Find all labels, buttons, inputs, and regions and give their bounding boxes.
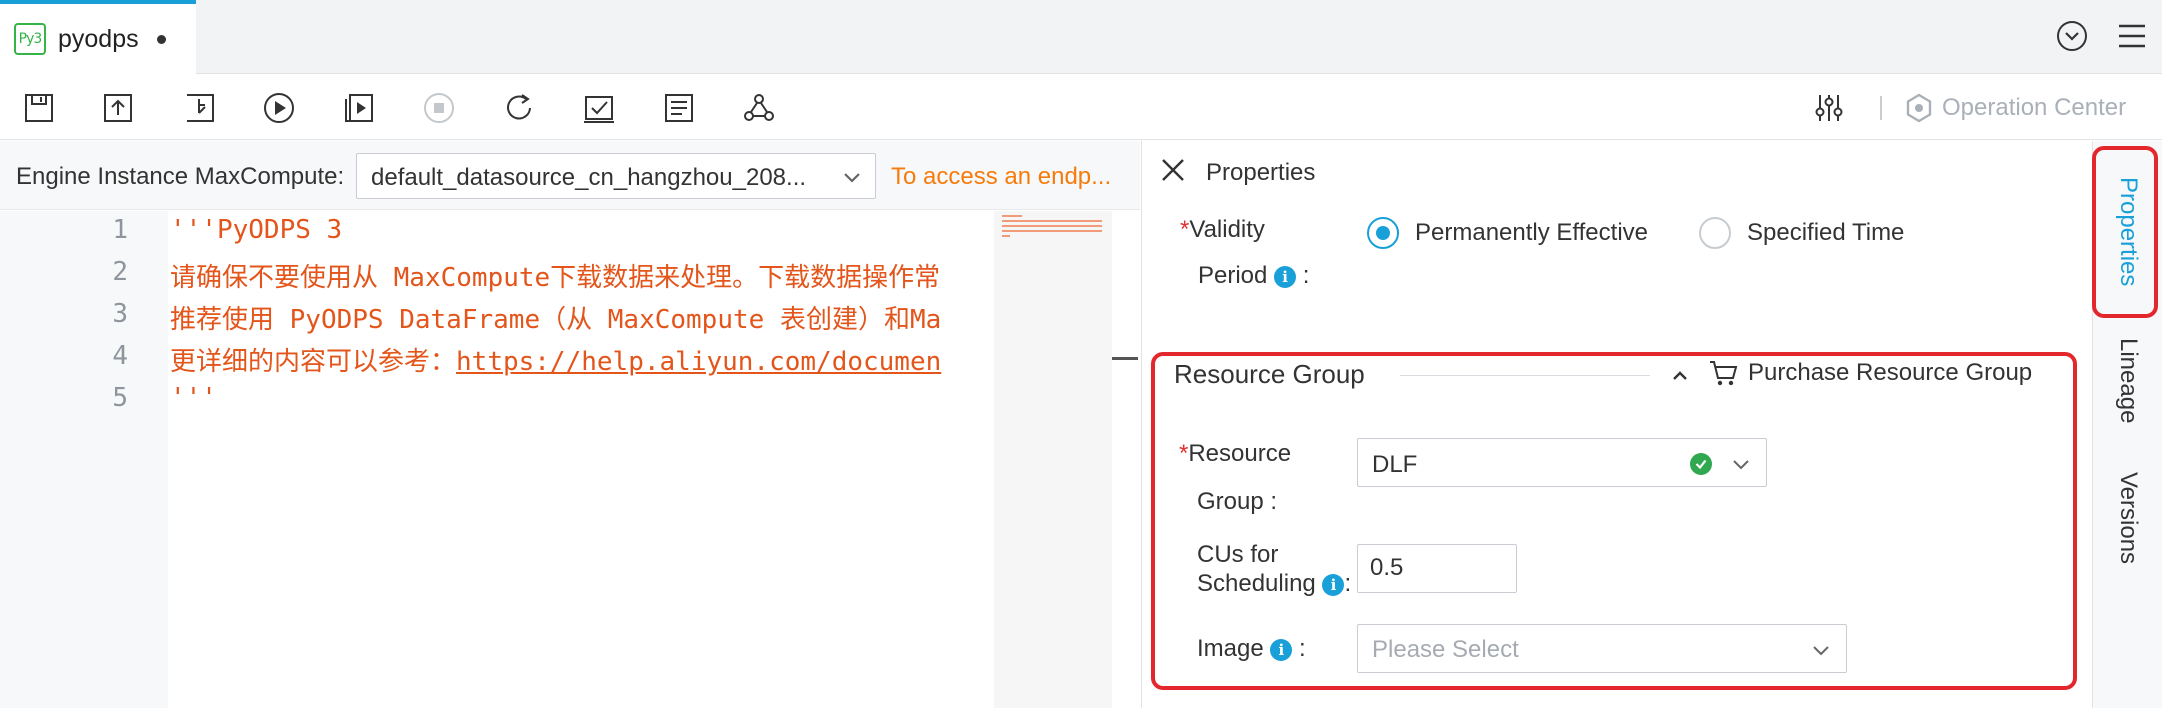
radio-label: Specified Time <box>1747 219 1905 246</box>
code-line-text: 更详细的内容可以参考： <box>170 347 457 377</box>
operation-center-label: Operation Center <box>1942 94 2127 121</box>
image-select[interactable]: Please Select <box>1357 624 1847 673</box>
minimap-line <box>1002 220 1102 222</box>
validity-period-label: *Validity <box>1180 213 1265 247</box>
label-colon: : <box>1299 635 1306 662</box>
side-tab-label: Lineage <box>2115 338 2142 424</box>
resource-group-section-title: Resource Group <box>1174 359 1365 389</box>
section-divider <box>1400 375 1650 376</box>
operation-center-icon <box>1906 93 1932 123</box>
line-number: 4 <box>112 341 128 371</box>
purchase-resource-group-label: Purchase Resource Group <box>1748 359 2033 386</box>
label-colon: : <box>1302 262 1310 289</box>
engine-selected-value: default_datasource_cn_hangzhou_208... <box>371 164 807 191</box>
endpoint-warning-link[interactable]: To access an endp... <box>891 163 1111 191</box>
menu-icon[interactable] <box>2114 18 2150 54</box>
radio-label: Permanently Effective <box>1415 219 1649 246</box>
side-tab-label: Versions <box>2115 471 2142 565</box>
status-ok-icon <box>1690 453 1712 475</box>
engine-label: Engine Instance MaxCompute: <box>16 163 345 190</box>
run-with-params-icon[interactable] <box>340 89 378 127</box>
help-doc-link[interactable]: https://help.aliyun.com/documen <box>456 347 941 377</box>
radio-selected-icon <box>1367 217 1399 249</box>
run-icon[interactable] <box>260 89 298 127</box>
cart-icon <box>1710 361 1738 386</box>
properties-header: Properties <box>1142 141 2092 201</box>
line-number: 3 <box>112 299 128 329</box>
engine-bar: Engine Instance MaxCompute: default_data… <box>0 141 1140 210</box>
format-icon[interactable] <box>660 89 698 127</box>
radio-permanently-effective[interactable]: Permanently Effective <box>1367 217 1648 249</box>
code-line: 请确保不要使用从 MaxCompute下载数据来处理。下载数据操作常 <box>170 263 941 293</box>
tab-pyodps[interactable]: Py3 pyodps <box>0 0 196 74</box>
stop-icon <box>420 89 458 127</box>
unsaved-dot-icon <box>156 34 166 44</box>
submit-icon[interactable] <box>181 89 219 127</box>
chevron-down-icon <box>844 173 860 183</box>
validity-period-label-2: Period i : <box>1198 259 1309 293</box>
chevron-down-icon <box>1733 460 1749 470</box>
validity-label-text: Validity <box>1189 216 1265 243</box>
required-asterisk: * <box>1180 216 1190 243</box>
settings-sliders-icon[interactable] <box>1810 89 1848 127</box>
line-number: 2 <box>112 257 128 287</box>
info-icon[interactable]: i <box>1274 265 1297 288</box>
check-icon[interactable] <box>580 89 618 127</box>
minimap-line <box>1002 235 1010 237</box>
line-number: 1 <box>112 215 128 245</box>
scheduling-label-text: Scheduling <box>1197 570 1316 597</box>
image-label: Image i : <box>1197 632 1306 666</box>
resource-group-label-2: Group : <box>1197 488 1278 515</box>
image-placeholder: Please Select <box>1372 636 1519 663</box>
side-tab-lineage[interactable]: Lineage <box>2093 321 2162 441</box>
close-icon[interactable] <box>1158 155 1188 185</box>
toolbar: Operation Center <box>0 74 2162 140</box>
operation-center-link[interactable]: Operation Center <box>1904 92 2126 124</box>
label-colon: : <box>1344 570 1352 597</box>
toolbar-divider <box>1880 96 1882 120</box>
python3-icon: Py3 <box>14 23 46 55</box>
code-minimap[interactable] <box>994 211 1112 708</box>
overview-ruler-mark <box>1112 357 1138 360</box>
upload-icon[interactable] <box>99 89 137 127</box>
resource-group-select[interactable]: DLF <box>1357 438 1767 487</box>
cus-for-scheduling-input[interactable]: 0.5 <box>1357 544 1517 593</box>
editor-tab-bar: Py3 pyodps <box>0 0 2162 74</box>
refresh-icon[interactable] <box>500 89 538 127</box>
dependency-icon[interactable] <box>740 89 778 127</box>
properties-title: Properties <box>1206 159 1316 186</box>
resource-group-label: *Resource <box>1179 437 1291 471</box>
radio-specified-time[interactable]: Specified Time <box>1699 217 1904 249</box>
resource-label-text: Resource <box>1188 440 1292 467</box>
period-label-text: Period <box>1198 262 1268 289</box>
cus-label-2: Scheduling i: <box>1197 567 1351 601</box>
save-icon[interactable] <box>20 89 58 127</box>
code-line: 更详细的内容可以参考：https://help.aliyun.com/docum… <box>170 341 941 378</box>
info-icon[interactable]: i <box>1322 573 1345 596</box>
code-line: ''' <box>170 383 217 413</box>
tab-title: pyodps <box>58 24 139 53</box>
required-asterisk: * <box>1179 440 1189 467</box>
minimap-line <box>1002 215 1022 217</box>
minimap-line <box>1002 225 1102 227</box>
info-icon[interactable]: i <box>1270 638 1293 661</box>
code-line: 推荐使用 PyODPS DataFrame（从 MaxCompute 表创建）和… <box>170 305 942 335</box>
code-line: '''PyODPS 3 <box>170 215 343 245</box>
side-tab-versions[interactable]: Versions <box>2093 453 2162 583</box>
image-label-text: Image <box>1197 635 1264 662</box>
cus-value: 0.5 <box>1370 554 1404 581</box>
chevron-up-icon[interactable] <box>1668 364 1692 388</box>
line-number-gutter: 1 2 3 4 5 <box>0 211 168 708</box>
radio-unselected-icon <box>1699 217 1731 249</box>
engine-instance-select[interactable]: default_datasource_cn_hangzhou_208... <box>356 153 876 199</box>
line-number: 5 <box>112 383 128 413</box>
properties-tab-highlight <box>2092 146 2158 318</box>
chevron-down-circle-icon[interactable] <box>2054 18 2090 54</box>
resource-group-value: DLF <box>1372 451 1418 478</box>
minimap-line <box>1002 230 1102 232</box>
code-editor[interactable]: '''PyODPS 3 请确保不要使用从 MaxCompute下载数据来处理。下… <box>168 211 994 708</box>
chevron-down-icon <box>1813 646 1829 656</box>
purchase-resource-group-link[interactable]: Purchase Resource Group <box>1708 358 2032 388</box>
